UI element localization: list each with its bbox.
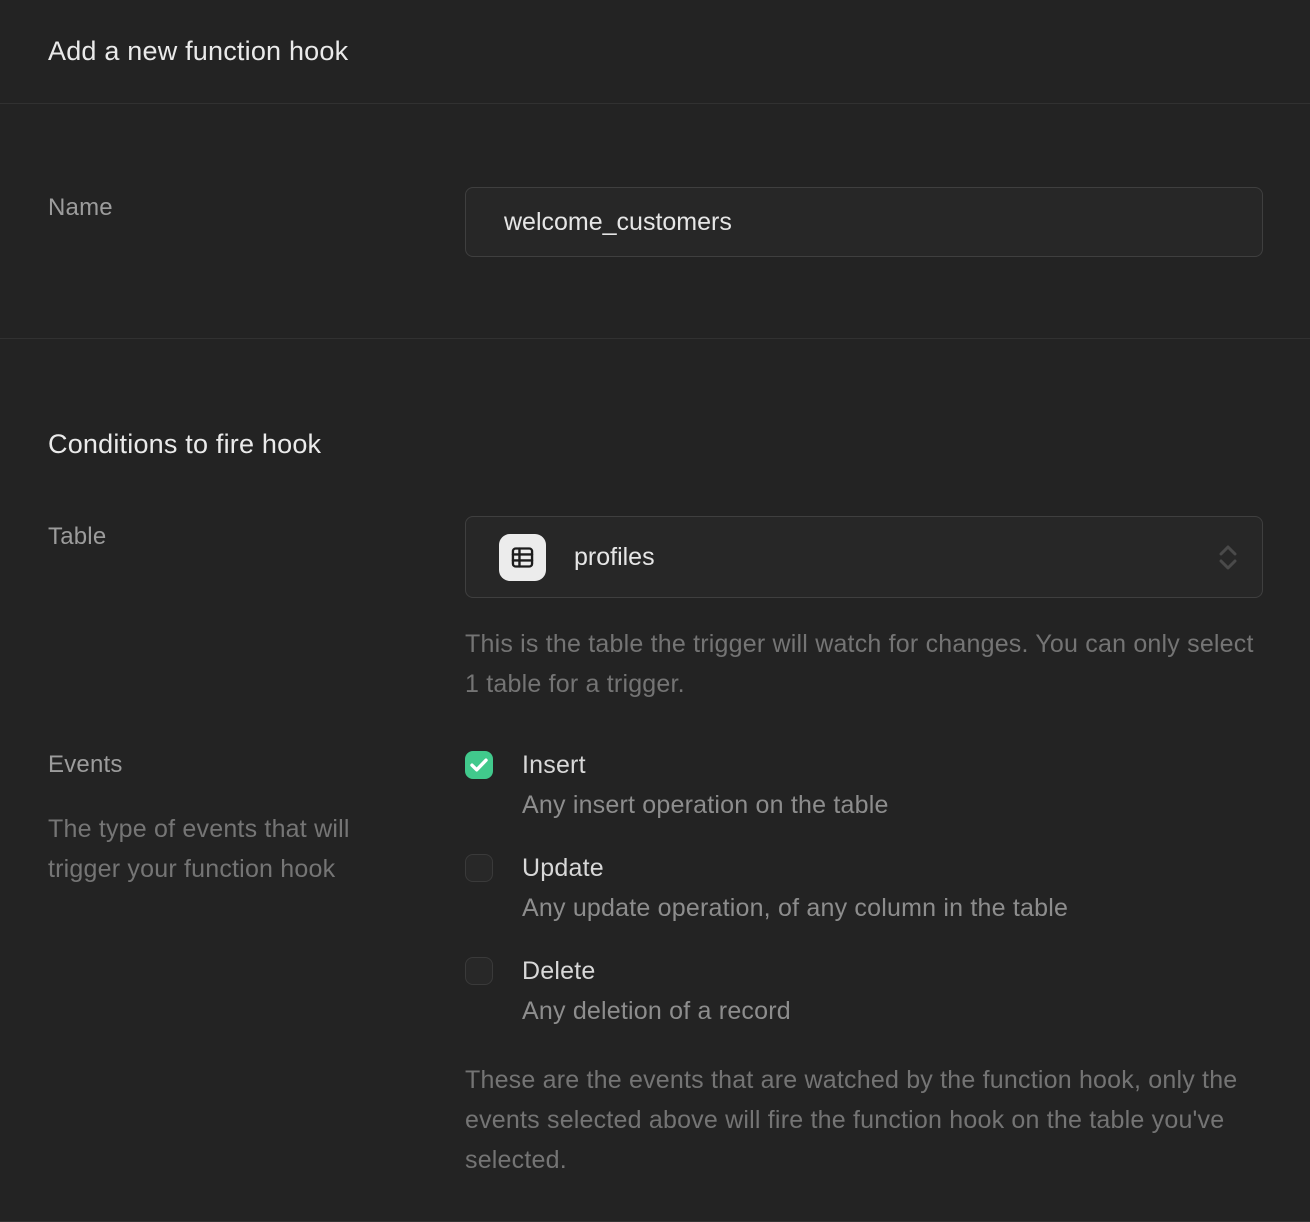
events-help-text: These are the events that are watched by…: [465, 1060, 1260, 1180]
conditions-heading: Conditions to fire hook: [48, 431, 1263, 458]
table-help-text: This is the table the trigger will watch…: [465, 624, 1263, 704]
insert-checkbox[interactable]: [465, 751, 493, 779]
event-option-insert: Insert Any insert operation on the table: [465, 751, 1263, 818]
table-select-value: profiles: [574, 543, 655, 572]
table-icon: [499, 534, 546, 581]
table-field-label: Table: [48, 516, 465, 704]
name-field-label: Name: [48, 187, 465, 257]
panel-spacer: [0, 1180, 1310, 1221]
conditions-section: Conditions to fire hook Table profiles: [0, 339, 1310, 1180]
delete-checkbox-description: Any deletion of a record: [522, 998, 791, 1024]
update-checkbox-description: Any update operation, of any column in t…: [522, 895, 1068, 921]
insert-checkbox-label[interactable]: Insert: [522, 751, 889, 779]
table-select[interactable]: profiles: [465, 516, 1263, 598]
name-section: Name: [0, 104, 1310, 339]
insert-checkbox-description: Any insert operation on the table: [522, 792, 889, 818]
update-checkbox-label[interactable]: Update: [522, 854, 1068, 882]
checkmark-icon: [470, 758, 488, 772]
events-field-label: Events: [48, 751, 465, 779]
chevron-up-down-icon: [1218, 545, 1238, 570]
delete-checkbox-label[interactable]: Delete: [522, 957, 791, 985]
event-option-update: Update Any update operation, of any colu…: [465, 854, 1263, 921]
delete-checkbox[interactable]: [465, 957, 493, 985]
event-option-delete: Delete Any deletion of a record: [465, 957, 1263, 1024]
name-input[interactable]: [465, 187, 1263, 257]
events-field-description: The type of events that will trigger you…: [48, 809, 398, 889]
update-checkbox[interactable]: [465, 854, 493, 882]
panel-header: Add a new function hook: [0, 0, 1310, 104]
events-field-row: Events The type of events that will trig…: [48, 751, 1263, 1180]
table-field-row: Table profiles: [48, 516, 1263, 704]
panel-title: Add a new function hook: [48, 36, 348, 67]
add-function-hook-panel: Add a new function hook Name Conditions …: [0, 0, 1310, 1222]
